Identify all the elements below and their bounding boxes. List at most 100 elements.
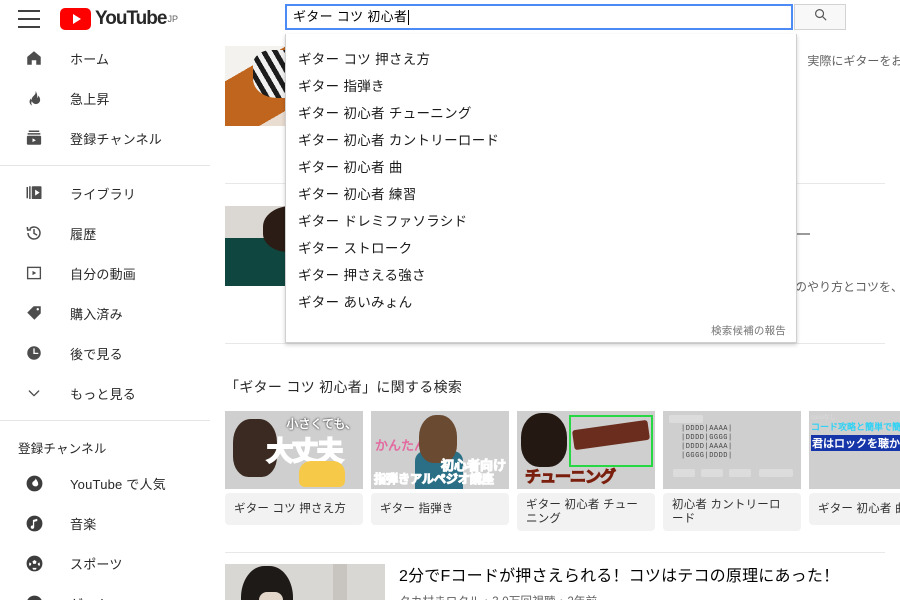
youtube-logo[interactable]: YouTube JP — [60, 8, 178, 30]
related-searches-title: 「ギター コツ 初心者」に関する検索 — [225, 379, 463, 395]
sidebar-item-watch-later[interactable]: 後で見る — [0, 333, 210, 373]
related-card-thumbnail: cocoなし コード攻略と簡単で簡単 君はロックを聴か あい — [809, 411, 900, 489]
chevron-down-icon — [22, 381, 46, 405]
background-text-line-1: た。 実際にギターをお — [780, 54, 900, 68]
logo-text: YouTube — [95, 8, 167, 29]
related-card-thumbnail: 小さくても、 大丈夫 — [225, 411, 363, 489]
suggestion-item[interactable]: ギター 初心者 カントリーロード — [286, 125, 796, 152]
search-input-value: ギター コツ 初心者 — [293, 9, 408, 24]
search-icon — [813, 7, 828, 27]
sidebar-item-label: 登録チャンネル — [70, 131, 163, 147]
related-card-label[interactable]: ギター 初心者 曲 — [809, 493, 900, 525]
related-card[interactable]: チューニング ギター 初心者 チューニング — [517, 411, 655, 531]
top-bar: YouTube JP ギター コツ 初心者 — [0, 0, 900, 38]
thumb-text: チューニング — [524, 469, 616, 487]
sidebar-item-label: YouTube で人気 — [70, 476, 166, 492]
sports-icon — [22, 551, 46, 575]
gaming-icon — [22, 591, 46, 600]
related-card-label[interactable]: ギター 指弾き — [371, 493, 509, 525]
your-videos-icon — [22, 261, 46, 285]
report-suggestions-link[interactable]: 検索候補の報告 — [711, 323, 786, 338]
sidebar-item-home[interactable]: ホーム — [0, 38, 210, 78]
tag-icon — [22, 301, 46, 325]
video-result-row[interactable]: 2分でFコードが押さえられる！コツはテコの原理にあった！ クカ村まロクル・3.0… — [225, 564, 900, 600]
clock-icon — [22, 341, 46, 365]
dropdown-footer: 検索候補の報告 — [286, 314, 796, 342]
sidebar-item-label: ホーム — [70, 51, 110, 67]
thumb-text: 小さくても、 — [286, 417, 357, 431]
suggestion-item[interactable]: ギター 初心者 チューニング — [286, 98, 796, 125]
suggestion-item[interactable]: ギター あいみょん — [286, 287, 796, 314]
search-area: ギター コツ 初心者 — [285, 4, 848, 32]
thumb-text: |DDDD|AAAA| |DDDD|GGGG| |DDDD|AAAA| |GGG… — [681, 425, 733, 460]
sidebar-item-label: 後で見る — [70, 346, 123, 362]
related-card[interactable]: 小さくても、 大丈夫 ギター コツ 押さえ方 — [225, 411, 363, 531]
sidebar-section-heading: 登録チャンネル — [18, 442, 107, 456]
sidebar-item-label: 購入済み — [70, 306, 123, 322]
sidebar-divider — [0, 420, 210, 421]
music-icon — [22, 511, 46, 535]
sidebar-item-label: 自分の動画 — [70, 266, 137, 282]
sidebar-item-library[interactable]: ライブラリ — [0, 173, 210, 213]
video-meta: 2分でFコードが押さえられる！コツはテコの原理にあった！ クカ村まロクル・3.0… — [399, 564, 839, 600]
suggestion-item[interactable]: ギター 指弾き — [286, 71, 796, 98]
suggestion-item[interactable]: ギター コツ 押さえ方 — [286, 44, 796, 71]
sidebar-item-label: ゲーム — [70, 594, 109, 600]
suggestion-item[interactable]: ギター ドレミファソラシド — [286, 206, 796, 233]
sidebar-item-subscriptions[interactable]: 登録チャンネル — [0, 118, 210, 158]
search-button[interactable] — [794, 4, 846, 30]
video-subtitle: クカ村まロクル・3.0万回視聴・2年前 — [399, 593, 839, 600]
sidebar-item-label: もっと見る — [70, 386, 137, 402]
suggestion-item[interactable]: ギター ストローク — [286, 233, 796, 260]
sidebar-item-music[interactable]: 音楽 — [0, 503, 210, 543]
search-suggestions-dropdown[interactable]: ギター コツ 押さえ方 ギター 指弾き ギター 初心者 チューニング ギター 初… — [285, 34, 797, 343]
suggestion-item[interactable]: ギター 押さえる強さ — [286, 260, 796, 287]
thumb-text: 指弾きアルペジオ講座 — [374, 472, 495, 487]
popular-icon — [22, 471, 46, 495]
sidebar-item-label: ライブラリ — [70, 186, 137, 202]
sidebar-item-sports[interactable]: スポーツ — [0, 543, 210, 583]
sidebar-item-history[interactable]: 履歴 — [0, 213, 210, 253]
sidebar-item-show-more[interactable]: もっと見る — [0, 373, 210, 413]
related-card[interactable]: |DDDD|AAAA| |DDDD|GGGG| |DDDD|AAAA| |GGG… — [663, 411, 801, 531]
related-card-label[interactable]: ギター コツ 押さえ方 — [225, 493, 363, 525]
thumb-text: コード攻略と簡単で簡単 — [811, 422, 900, 432]
sidebar: ホーム 急上昇 登録チャンネル ライブラリ 履歴 自分の動画 購入済み 後で見る… — [0, 38, 210, 600]
sidebar-item-label: 履歴 — [70, 226, 97, 242]
text-caret — [408, 9, 410, 25]
youtube-search-page: た。 実際にギターをお のやり方とコツを、 「ギター コツ 初心者」に関する検索… — [0, 0, 900, 600]
sidebar-item-label: スポーツ — [70, 556, 123, 572]
suggestion-item[interactable]: ギター 初心者 練習 — [286, 179, 796, 206]
library-icon — [22, 181, 46, 205]
related-card-thumbnail: かんたん 初心者向け 指弾きアルペジオ講座 — [371, 411, 509, 489]
sidebar-item-gaming[interactable]: ゲーム — [0, 583, 210, 600]
related-card-label[interactable]: 初心者 カントリーロード — [663, 493, 801, 531]
related-card-thumbnail: |DDDD|AAAA| |DDDD|GGGG| |DDDD|AAAA| |GGG… — [663, 411, 801, 489]
sidebar-item-your-videos[interactable]: 自分の動画 — [0, 253, 210, 293]
video-title[interactable]: 2分でFコードが押さえられる！コツはテコの原理にあった！ — [399, 566, 839, 588]
background-text-line-2: のやり方とコツを、 — [795, 280, 900, 294]
related-card-thumbnail: チューニング — [517, 411, 655, 489]
sidebar-item-purchases[interactable]: 購入済み — [0, 293, 210, 333]
home-icon — [22, 46, 46, 70]
sidebar-item-label: 音楽 — [70, 516, 97, 532]
related-card[interactable]: かんたん 初心者向け 指弾きアルペジオ講座 ギター 指弾き — [371, 411, 509, 531]
background-dash — [796, 233, 810, 235]
hamburger-icon[interactable] — [18, 10, 40, 28]
sidebar-divider — [0, 165, 210, 166]
sidebar-item-popular[interactable]: YouTube で人気 — [0, 463, 210, 503]
sidebar-item-trending[interactable]: 急上昇 — [0, 78, 210, 118]
video-thumbnail[interactable] — [225, 564, 385, 600]
sidebar-item-label: 急上昇 — [70, 91, 110, 107]
flame-icon — [22, 86, 46, 110]
related-searches-carousel[interactable]: 小さくても、 大丈夫 ギター コツ 押さえ方 かんたん 初心者向け 指弾きアルペ… — [225, 411, 900, 531]
related-card[interactable]: cocoなし コード攻略と簡単で簡単 君はロックを聴か あい ギター 初心者 曲 — [809, 411, 900, 531]
suggestion-item[interactable]: ギター 初心者 曲 — [286, 152, 796, 179]
related-card-label[interactable]: ギター 初心者 チューニング — [517, 493, 655, 531]
related-searches-section: 「ギター コツ 初心者」に関する検索 小さくても、 大丈夫 ギター コツ 押さえ… — [210, 363, 900, 531]
section-divider — [225, 552, 885, 553]
subscriptions-icon — [22, 126, 46, 150]
history-icon — [22, 221, 46, 245]
search-input[interactable]: ギター コツ 初心者 — [285, 4, 793, 30]
play-icon — [60, 8, 91, 30]
